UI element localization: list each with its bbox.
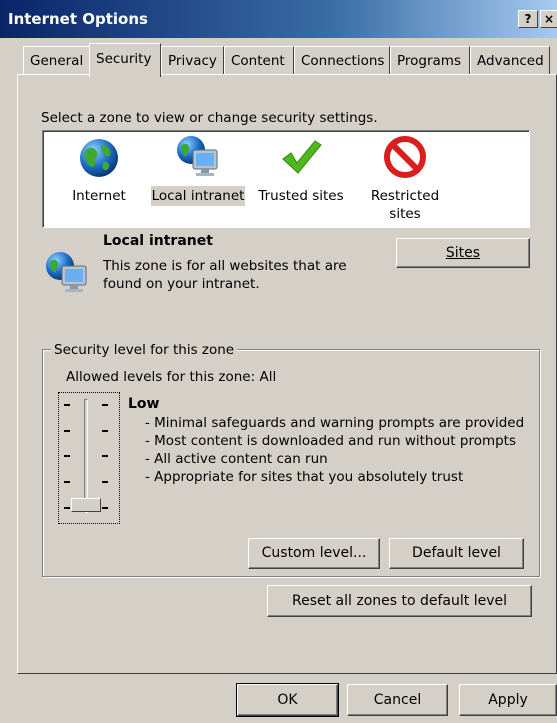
selected-zone-description: This zone is for all websites that are — [103, 258, 347, 274]
zone-label-restricted: Restricted — [370, 188, 440, 204]
security-level-legend: Security level for this zone — [51, 342, 238, 358]
checkmark-icon — [282, 140, 322, 174]
zone-list[interactable]: Internet Local intranet Trusted sites Re… — [42, 130, 530, 228]
restricted-icon — [384, 136, 426, 178]
custom-level-button[interactable]: Custom level... — [248, 538, 380, 569]
globe-icon — [80, 139, 118, 177]
ok-button[interactable]: OK — [236, 683, 339, 717]
selected-zone-name: Local intranet — [103, 233, 213, 249]
level-bullet-1: - Minimal safeguards and warning prompts… — [145, 415, 525, 431]
reset-all-zones-button[interactable]: Reset all zones to default level — [267, 585, 532, 617]
security-level-name: Low — [128, 396, 160, 412]
sites-button-label: Sites — [445, 245, 481, 261]
slider-thumb[interactable] — [71, 498, 101, 512]
slider-track — [84, 399, 88, 513]
level-bullet-3: - All active content can run — [145, 451, 328, 467]
zone-label-internet: Internet — [72, 188, 126, 204]
zone-instruction: Select a zone to view or change security… — [41, 110, 378, 126]
cancel-button[interactable]: Cancel — [347, 684, 448, 716]
allowed-levels-label: Allowed levels for this zone: All — [66, 369, 277, 385]
sites-button[interactable]: Sites — [396, 238, 530, 268]
default-level-button[interactable]: Default level — [389, 538, 524, 569]
zone-label-restricted-line2: sites — [389, 206, 421, 222]
level-bullet-2: - Most content is downloaded and run wit… — [145, 433, 516, 449]
local-intranet-icon — [177, 136, 218, 176]
apply-button[interactable]: Apply — [459, 684, 557, 716]
zone-label-local-intranet: Local intranet — [151, 186, 245, 206]
security-level-slider[interactable] — [58, 392, 120, 524]
level-bullet-4: - Appropriate for sites that you absolut… — [145, 469, 464, 485]
zone-label-trusted-sites: Trusted sites — [258, 188, 344, 204]
selected-zone-icon — [46, 252, 87, 292]
selected-zone-description-line2: found on your intranet. — [103, 276, 260, 292]
